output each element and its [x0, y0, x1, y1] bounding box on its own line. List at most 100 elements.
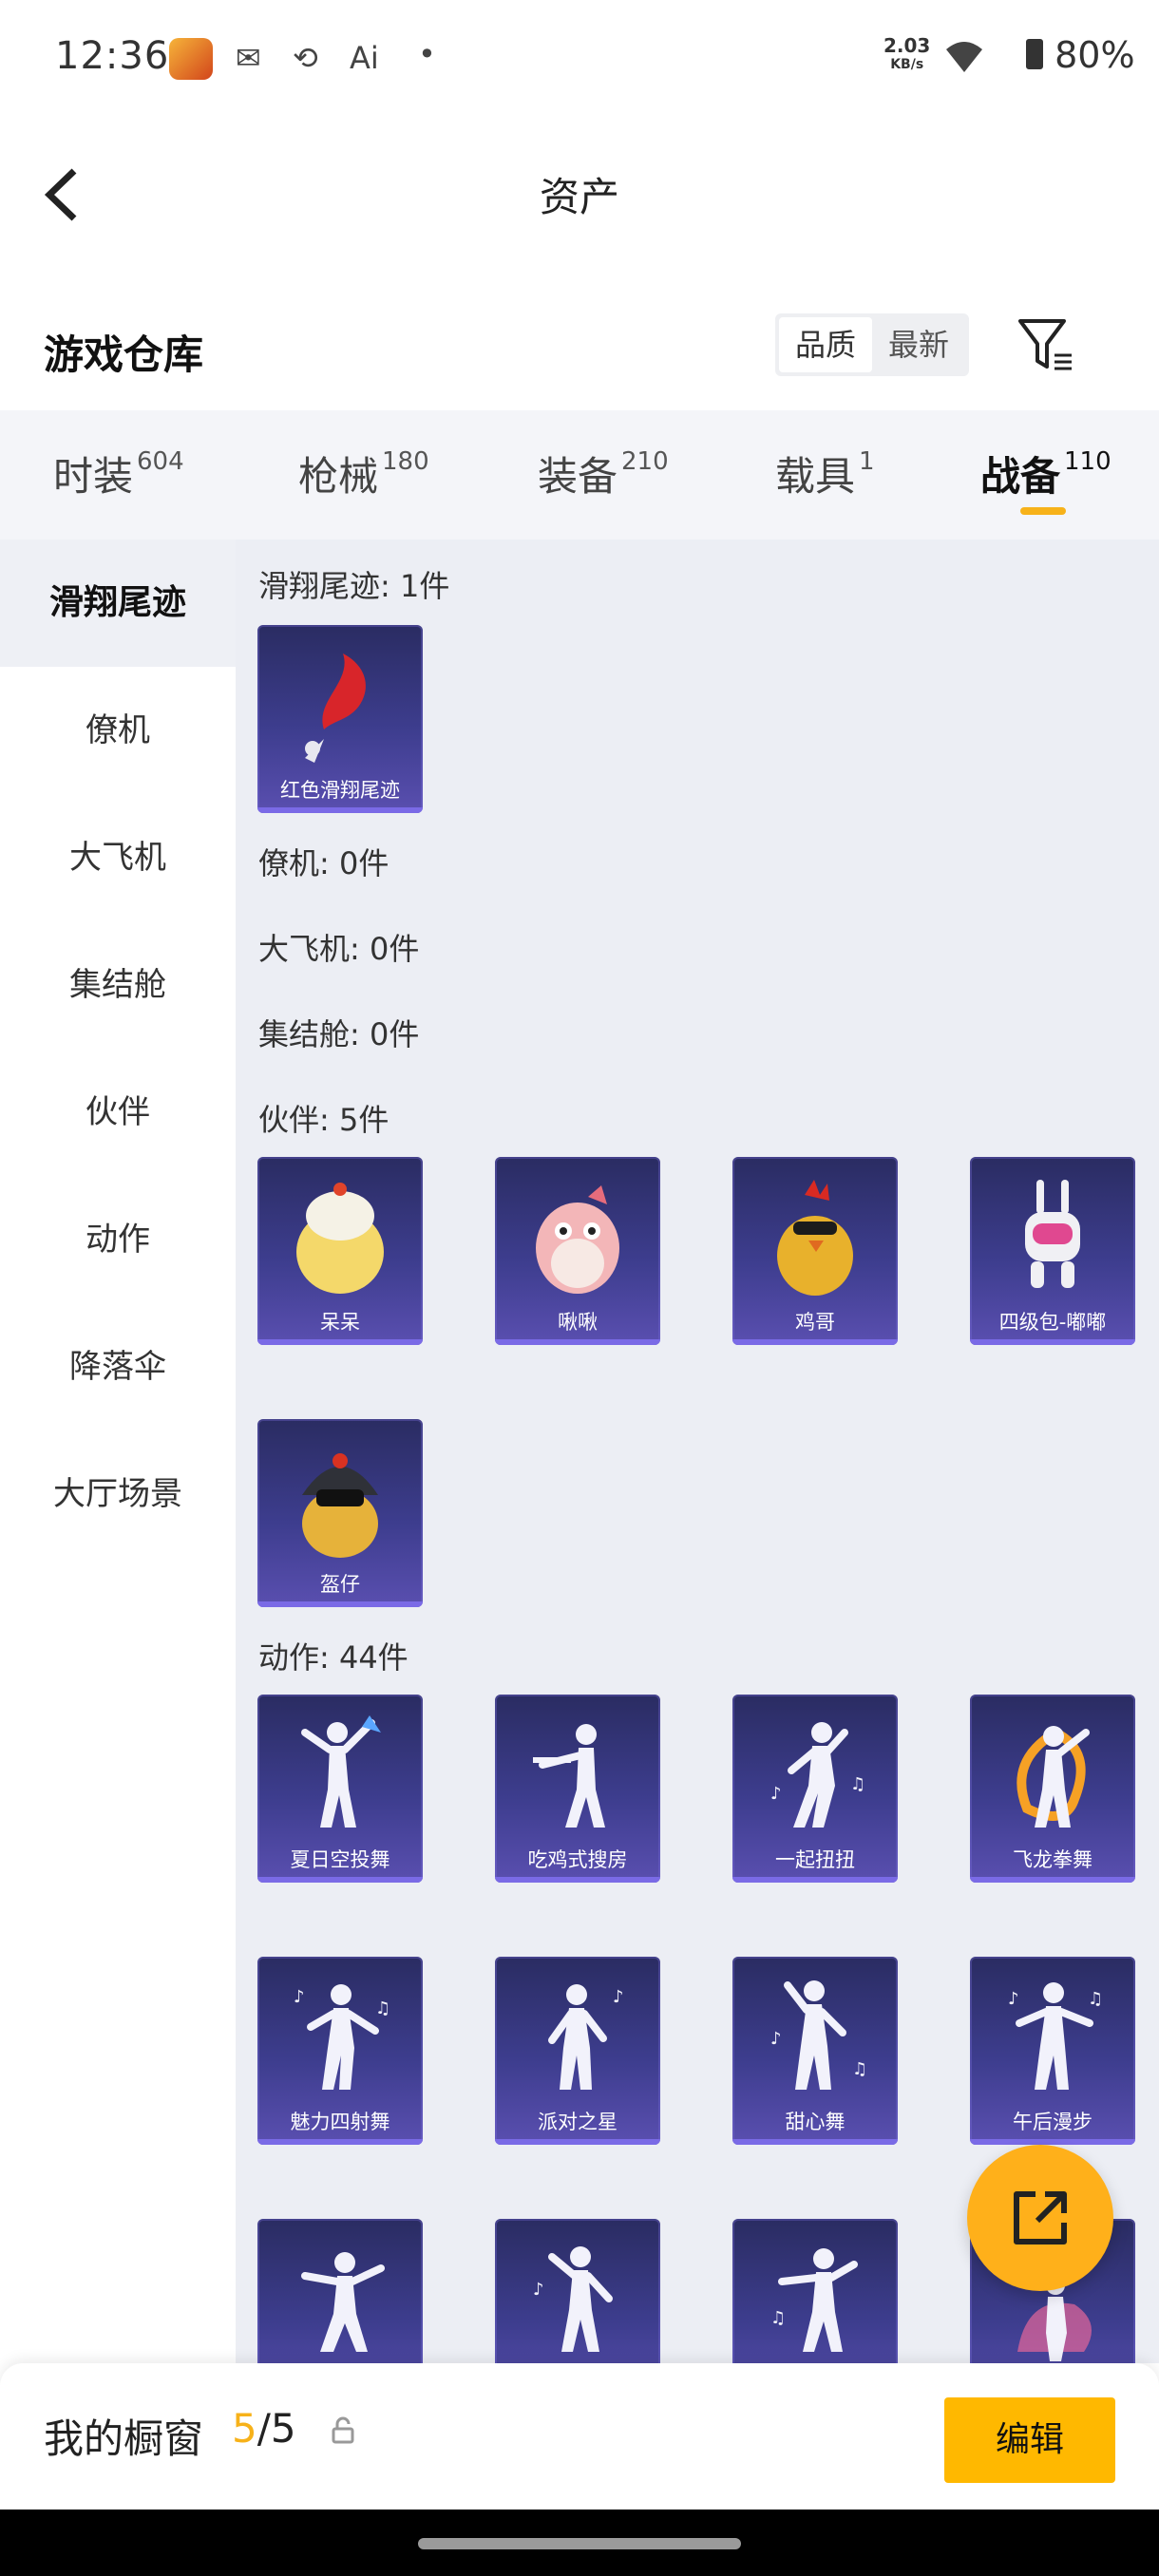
svg-text:♪: ♪	[1008, 1989, 1019, 2009]
svg-text:♫: ♫	[852, 2059, 867, 2079]
page-title: 资产	[539, 174, 619, 220]
svg-text:♪: ♪	[613, 1987, 624, 2007]
item-card[interactable]: 四级包-嘟嘟	[970, 1157, 1135, 1345]
nav-item-wingman[interactable]: 僚机	[0, 667, 236, 794]
left-nav: 滑翔尾迹 僚机 大飞机 集结舱 伙伴 动作 降落伞 大厅场景	[0, 540, 236, 2363]
external-link-icon	[1014, 2191, 1067, 2245]
item-card[interactable]: ♪	[495, 2219, 660, 2363]
section-title: 游戏仓库	[44, 331, 204, 378]
battery-icon	[1026, 39, 1043, 69]
group-label-pod: 集结舱: 0件	[258, 1016, 420, 1052]
group-label-emote: 动作: 44件	[258, 1639, 408, 1676]
tab-equipment[interactable]: 装备 210	[538, 445, 669, 502]
wifi-icon	[946, 42, 982, 72]
item-card[interactable]: ♫	[732, 2219, 898, 2363]
battery-percent: 80%	[1054, 34, 1135, 76]
tab-count: 604	[137, 447, 184, 476]
twist-dance-figure-image: ♪ ♫	[770, 1722, 865, 1828]
ai-icon: Ai	[350, 40, 379, 76]
svg-text:♫: ♫	[1088, 1989, 1103, 2009]
showcase-current: 5	[232, 2405, 257, 2452]
sort-quality-button[interactable]: 品质	[779, 317, 872, 372]
active-tab-indicator	[1020, 507, 1066, 515]
item-name: 夏日空投舞	[290, 1848, 390, 1871]
item-name: 红色滑翔尾迹	[280, 779, 400, 802]
nav-item-assembly-pod[interactable]: 集结舱	[0, 921, 236, 1049]
item-card[interactable]: 飞龙拳舞	[970, 1695, 1135, 1883]
tab-count: 210	[621, 447, 669, 476]
showcase-total: /5	[256, 2405, 296, 2452]
showcase-bar: 我的橱窗 5/5 编辑	[0, 2363, 1159, 2510]
tab-count: 1	[859, 447, 875, 476]
item-card[interactable]: 啾啾	[495, 1157, 660, 1345]
game-app-icon	[169, 38, 213, 80]
glide-trail-image	[305, 653, 366, 763]
dragon-fist-figure-image	[1016, 1726, 1090, 1828]
item-card[interactable]: 鸡哥	[732, 1157, 898, 1345]
rooster-jige-image	[777, 1180, 853, 1296]
edit-button[interactable]: 编辑	[944, 2397, 1115, 2483]
afternoon-walk-figure-image: ♪ ♫	[1008, 1982, 1103, 2090]
sort-latest-button[interactable]: 最新	[872, 317, 965, 372]
svg-text:♪: ♪	[770, 2029, 782, 2049]
tab-vehicles[interactable]: 载具 1	[775, 445, 875, 502]
nav-item-glide-trail[interactable]: 滑翔尾迹	[0, 540, 236, 667]
search-house-figure-image	[533, 1724, 605, 1828]
tab-combat-gear[interactable]: 战备 110	[980, 445, 1112, 502]
item-card[interactable]: ♪ 派对之星	[495, 1957, 660, 2145]
status-time: 12:36	[55, 34, 170, 78]
tab-fashion[interactable]: 时装 604	[53, 445, 184, 502]
item-card[interactable]: ♪ ♫ 一起扭扭	[732, 1695, 898, 1883]
item-name: 午后漫步	[1013, 2111, 1092, 2133]
nav-item-big-plane[interactable]: 大飞机	[0, 794, 236, 921]
svg-text:♫: ♫	[375, 1998, 390, 2018]
tab-label: 时装	[53, 453, 134, 500]
item-card[interactable]	[257, 2219, 423, 2363]
tab-count: 110	[1064, 447, 1112, 476]
item-card[interactable]: ♪ ♫ 甜心舞	[732, 1957, 898, 2145]
item-card[interactable]: 呆呆	[257, 1157, 423, 1345]
speed-unit: KB/s	[890, 57, 924, 72]
showcase-label: 我的橱窗	[44, 2415, 204, 2462]
item-card[interactable]: ♪ ♫ 午后漫步	[970, 1957, 1135, 2145]
nav-item-emote[interactable]: 动作	[0, 1176, 236, 1303]
category-tabs: 时装 604 枪械 180 装备 210 载具 1 战备 110	[0, 410, 1159, 540]
item-grid-panel: 滑翔尾迹: 1件 红色滑翔尾迹 僚机: 0件 大飞机: 0件 集结舱: 0件 伙…	[236, 540, 1159, 2363]
svg-text:♫: ♫	[770, 2308, 786, 2328]
tab-label: 装备	[538, 453, 618, 500]
item-card[interactable]: 吃鸡式搜房	[495, 1695, 660, 1883]
nav-item-partner[interactable]: 伙伴	[0, 1049, 236, 1176]
item-card[interactable]: 夏日空投舞	[257, 1695, 423, 1883]
status-bar: 12:36 ✉ ⟲ Ai • 2.03 KB/s 80%	[0, 0, 1159, 114]
app-header: 资产	[0, 142, 1159, 247]
phone-sync-icon: ⟲	[293, 40, 318, 76]
item-card[interactable]: ♪ ♫ 魅力四射舞	[257, 1957, 423, 2145]
tab-count: 180	[382, 447, 429, 476]
item-name: 吃鸡式搜房	[527, 1848, 628, 1871]
tab-weapons[interactable]: 枪械 180	[298, 445, 429, 502]
nav-item-parachute[interactable]: 降落伞	[0, 1303, 236, 1430]
svg-text:♪: ♪	[533, 2280, 544, 2300]
item-card[interactable]: 盔仔	[257, 1419, 423, 1607]
item-card[interactable]: 红色滑翔尾迹	[257, 625, 423, 813]
battery-indicator: 80%	[1026, 34, 1135, 76]
svg-text:♪: ♪	[770, 1784, 782, 1804]
dot-icon: •	[418, 36, 436, 72]
speed-value: 2.03	[884, 34, 931, 57]
item-name: 呆呆	[320, 1311, 360, 1334]
dance-figure-image: ♫	[770, 2248, 858, 2352]
share-button[interactable]	[967, 2145, 1113, 2291]
item-name: 一起扭扭	[775, 1848, 855, 1871]
charm-dance-figure-image: ♪ ♫	[294, 1984, 390, 2090]
home-indicator[interactable]	[418, 2538, 741, 2549]
helmet-chick-kuizai-image	[302, 1453, 378, 1558]
item-name: 鸡哥	[795, 1311, 835, 1334]
item-name: 啾啾	[558, 1311, 598, 1334]
bird-jiujiu-image	[536, 1185, 619, 1294]
group-label-wingman: 僚机: 0件	[258, 845, 390, 881]
filter-icon[interactable]	[1016, 315, 1075, 374]
showcase-count: 5/5	[232, 2405, 296, 2452]
party-star-figure-image: ♪	[548, 1984, 624, 2090]
nav-item-lobby-scene[interactable]: 大厅场景	[0, 1430, 236, 1558]
item-name: 魅力四射舞	[290, 2111, 390, 2133]
